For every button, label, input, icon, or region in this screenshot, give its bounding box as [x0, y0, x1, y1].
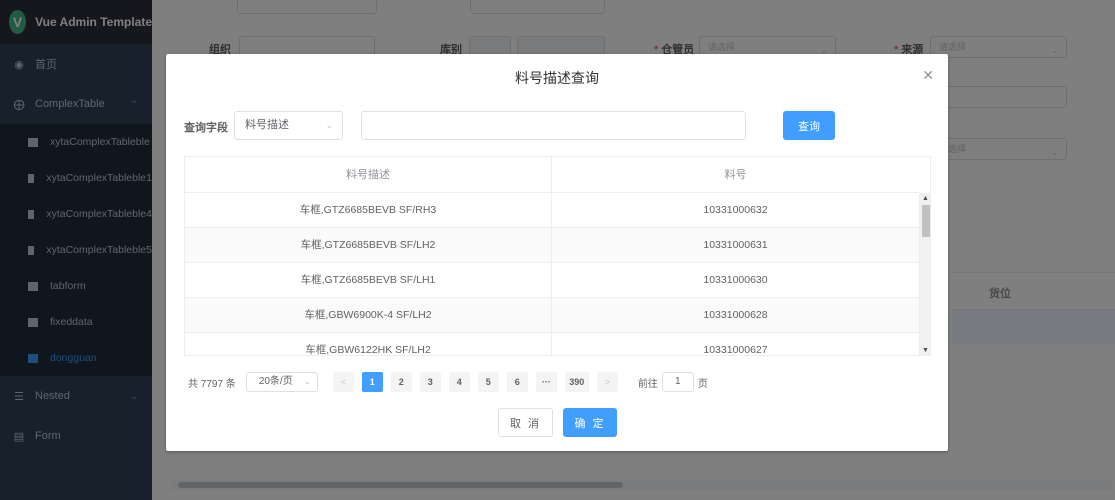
- next-page-button[interactable]: >: [596, 372, 618, 392]
- cell-description: 车框,GTZ6685BEVB SF/RH3: [185, 193, 552, 227]
- table-row[interactable]: 车框,GTZ6685BEVB SF/RH3 10331000632: [185, 193, 919, 228]
- table-vertical-scrollbar[interactable]: ▲ ▼: [919, 193, 930, 355]
- page-jumper: 前往 1 页: [638, 372, 708, 392]
- cell-description: 车框,GTZ6685BEVB SF/LH1: [185, 263, 552, 297]
- cell-part-number: 10331000632: [703, 204, 768, 216]
- close-icon[interactable]: ✕: [922, 67, 934, 84]
- page-button-5[interactable]: 5: [477, 372, 499, 392]
- column-header-part-number[interactable]: 料号: [552, 157, 919, 193]
- chevron-down-icon: ⌄: [304, 377, 311, 386]
- goto-prefix: 前往: [637, 378, 658, 390]
- cancel-button[interactable]: 取 消: [498, 408, 553, 437]
- page-size-value: 20条/页: [258, 376, 293, 387]
- page-button-390[interactable]: 390: [564, 372, 589, 392]
- confirm-button[interactable]: 确 定: [563, 408, 617, 437]
- goto-suffix: 页: [697, 378, 708, 390]
- query-field-value: 料号描述: [245, 119, 289, 131]
- query-field-select[interactable]: 料号描述 ⌄: [234, 111, 343, 140]
- scroll-down-icon[interactable]: ▼: [922, 347, 929, 354]
- table-row[interactable]: 车框,GBW6122HK SF/LH2 10331000627: [185, 333, 919, 356]
- table-body: 车框,GTZ6685BEVB SF/RH3 10331000632 车框,GTZ6…: [185, 193, 919, 356]
- cell-description: 车框,GBW6900K-4 SF/LH2: [185, 298, 552, 332]
- cell-description: 车框,GTZ6685BEVB SF/LH2: [185, 228, 552, 262]
- cell-part-number: 10331000630: [703, 274, 768, 286]
- cell-part-number: 10331000627: [703, 344, 768, 356]
- scrollbar-thumb[interactable]: [922, 205, 930, 237]
- pagination-total: 共 7797 条: [188, 378, 236, 390]
- page-button-1[interactable]: 1: [361, 372, 383, 392]
- result-table: 料号描述 料号 车框,GTZ6685BEVB SF/RH3 10331000632…: [184, 156, 931, 356]
- query-field-label: 查询字段: [184, 122, 228, 134]
- chevron-down-icon: ⌄: [325, 120, 333, 130]
- table-row[interactable]: 车框,GTZ6685BEVB SF/LH2 10331000631: [185, 228, 919, 263]
- table-row[interactable]: 车框,GTZ6685BEVB SF/LH1 10331000630: [185, 263, 919, 298]
- table-header: 料号描述 料号: [185, 157, 919, 193]
- goto-page-input[interactable]: 1: [661, 372, 694, 392]
- dialog-title: 料号描述查询: [515, 70, 599, 86]
- query-button[interactable]: 查询: [783, 111, 835, 140]
- prev-page-button[interactable]: <: [332, 372, 354, 392]
- cell-part-number: 10331000631: [703, 239, 768, 251]
- cell-description: 车框,GBW6122HK SF/LH2: [185, 333, 552, 355]
- table-row[interactable]: 车框,GBW6900K-4 SF/LH2 10331000628: [185, 298, 919, 333]
- page-button-3[interactable]: 3: [419, 372, 441, 392]
- column-header-description[interactable]: 料号描述: [185, 157, 552, 193]
- cell-part-number: 10331000628: [703, 309, 768, 321]
- scroll-up-icon[interactable]: ▲: [922, 195, 929, 202]
- page-size-select[interactable]: 20条/页 ⌄: [245, 372, 318, 392]
- page-button-6[interactable]: 6: [506, 372, 528, 392]
- page-button-2[interactable]: 2: [390, 372, 412, 392]
- pagination: 共 7797 条 20条/页 ⌄ < 1 2 3 4 5 6 ··· 390 >…: [188, 372, 708, 392]
- part-description-dialog: 料号描述查询 ✕ 查询字段 料号描述 ⌄ 查询 料号描述 料号 车框,GTZ66…: [166, 54, 948, 451]
- page-button-4[interactable]: 4: [448, 372, 470, 392]
- query-input[interactable]: [361, 111, 746, 140]
- page-ellipsis-button[interactable]: ···: [535, 372, 557, 392]
